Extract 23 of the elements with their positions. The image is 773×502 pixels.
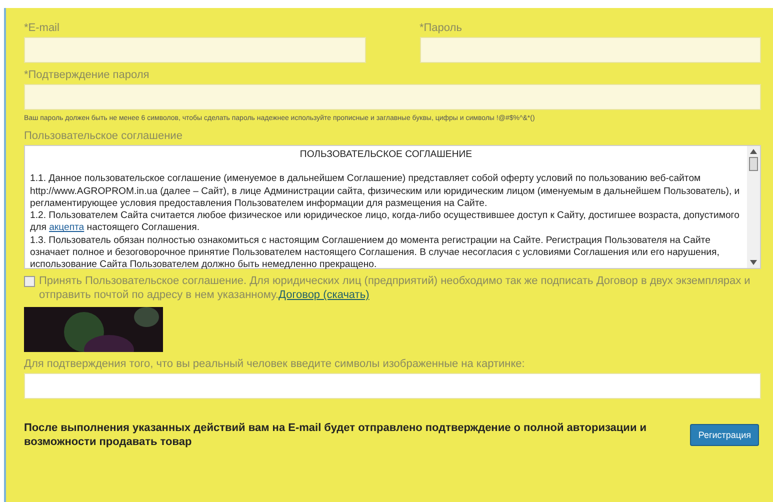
field-label: *E-mail (24, 22, 60, 34)
contract-download-link[interactable]: Договор (скачать) (278, 289, 370, 301)
input-field[interactable] (420, 37, 761, 63)
scroll-up-icon[interactable] (750, 149, 757, 154)
accept-checkbox[interactable] (24, 276, 35, 287)
accept-link[interactable]: акцепта (49, 222, 84, 234)
field-label: Пользовательское соглашение (24, 130, 184, 142)
field-label: *Пароль (420, 22, 463, 34)
input-field[interactable] (24, 37, 366, 63)
captcha-label: Для подтверждения того, что вы реальный человек введите символы изображенные на картинке: (24, 358, 526, 370)
scroll-thumb[interactable] (749, 157, 758, 171)
input-field[interactable] (24, 84, 761, 110)
agreement-title: ПОЛЬЗОВАТЕЛЬСКОЕ СОГЛАШЕНИЕ (298, 149, 474, 162)
agreement-paragraph: 1.2. Пользователем Сайта считается любое физическое или юридическое лицо, когда-либо осуществившее доступ к Сайту, достигшее возраста, допустимого для акцепта настоящего Соглашения. (30, 210, 740, 235)
notice-text: После выполнения указанных действий вам на E-mail будет отправлено подтверждение о полной авторизации и возможности продавать товар (24, 421, 648, 449)
scroll-down-icon[interactable] (750, 260, 757, 265)
register-button[interactable]: Регистрация (690, 424, 759, 446)
accept-label: Принять Пользовательское соглашение. Для юридических лиц (предприятий) необходимо так же подписать Договор в двух экземплярах и отправить почтой по адресу в нем указанному.Договор (скачать) (39, 274, 752, 302)
captcha-input[interactable] (24, 373, 761, 399)
scrollbar[interactable] (747, 146, 760, 268)
agreement-paragraph: 1.1. Данное пользовательское соглашение (именуемое в дальнейшем Соглашение) представляет собой оферту условий по пользованию веб-сайтом http://www.AGROPROM.in.ua (далее – Сайт), в лице Администрации сайта, физическим или юридическим лицом (именуемым в дальнейшем Пользователь), и регламентирующее условия предоставления Пользователем информации для размещения на Сайте. (30, 173, 741, 210)
agreement-paragraph: 1.3. Пользователь обязан полностью ознакомиться с настоящим Соглашением до момента регистрации на Сайте. Регистрация Пользователя на Сайте означает полное и безоговорочное принятие Пользователем настоящего Соглашения. В случае несогласия с условиями Соглашения или его нарушения, использование Сайта Пользователем должно быть немедленно прекращено. (30, 234, 720, 272)
field-label: *Подтверждение пароля (24, 69, 150, 81)
